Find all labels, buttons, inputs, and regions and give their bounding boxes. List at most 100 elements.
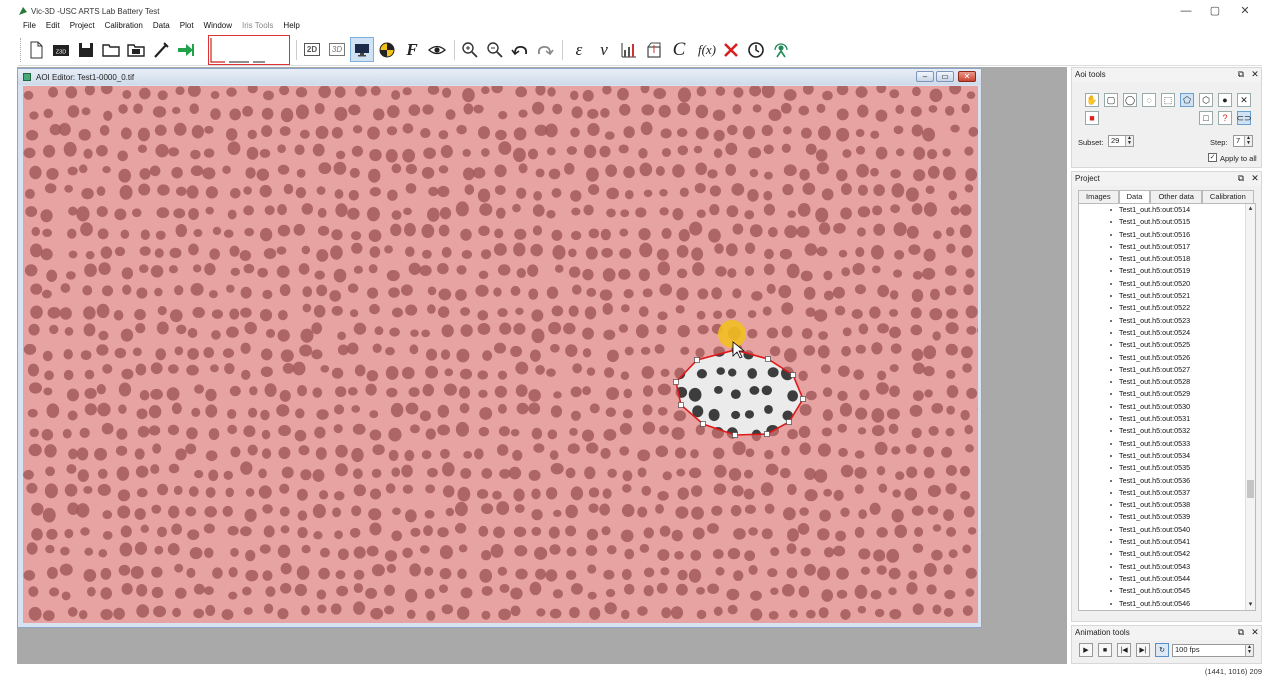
- tab-calibration[interactable]: Calibration: [1201, 190, 1254, 203]
- toolbar-grip[interactable]: [20, 38, 23, 62]
- new-project-button[interactable]: [24, 37, 48, 62]
- scroll-up-icon[interactable]: ▴: [1246, 204, 1255, 214]
- close-button[interactable]: ✕: [1235, 4, 1255, 18]
- calibrate-button[interactable]: [149, 37, 173, 62]
- ellipse-tool-icon[interactable]: ◯: [1123, 93, 1137, 107]
- aoi-image-canvas[interactable]: [23, 86, 978, 623]
- list-item[interactable]: Test1_out.h5:out:0515: [1079, 216, 1255, 228]
- target-button[interactable]: [375, 37, 399, 62]
- view-2d-button[interactable]: 2D: [300, 37, 324, 62]
- menu-calibration[interactable]: Calibration: [100, 20, 148, 34]
- panel-close-icon[interactable]: ✕: [1250, 173, 1260, 184]
- open-z3d-button[interactable]: Z3D: [49, 37, 73, 62]
- list-item[interactable]: Test1_out.h5:out:0530: [1079, 401, 1255, 413]
- list-item[interactable]: Test1_out.h5:out:0535: [1079, 462, 1255, 474]
- menu-plot[interactable]: Plot: [175, 20, 199, 34]
- polygon-vertex-handle[interactable]: [694, 357, 700, 363]
- list-item[interactable]: Test1_out.h5:out:0531: [1079, 413, 1255, 425]
- list-item[interactable]: Test1_out.h5:out:0522: [1079, 302, 1255, 314]
- loop-icon[interactable]: ↻: [1155, 643, 1169, 657]
- help-icon[interactable]: ?: [1218, 111, 1232, 125]
- list-item[interactable]: Test1_out.h5:out:0529: [1079, 388, 1255, 400]
- list-item[interactable]: Test1_out.h5:out:0524: [1079, 327, 1255, 339]
- speckle-image[interactable]: [23, 86, 978, 623]
- tab-images[interactable]: Images: [1078, 190, 1119, 203]
- undock-icon[interactable]: ⧉: [1236, 69, 1246, 80]
- list-item[interactable]: Test1_out.h5:out:0521: [1079, 290, 1255, 302]
- polygon-vertex-handle[interactable]: [764, 431, 770, 437]
- spin-arrows-icon[interactable]: ▲ ▼: [1125, 136, 1133, 146]
- list-item[interactable]: Test1_out.h5:out:0527: [1079, 364, 1255, 376]
- tab-data[interactable]: Data: [1118, 190, 1151, 203]
- spin-arrows-icon[interactable]: ▲ ▼: [1244, 136, 1252, 146]
- menu-project[interactable]: Project: [65, 20, 100, 34]
- image-preview[interactable]: [208, 35, 290, 65]
- select-all-icon[interactable]: □: [1199, 111, 1213, 125]
- menu-data[interactable]: Data: [148, 20, 175, 34]
- minimize-button[interactable]: —: [1176, 4, 1196, 18]
- view-eye-button[interactable]: [425, 37, 449, 62]
- aoi-display-button[interactable]: [350, 37, 374, 62]
- menu-file[interactable]: File: [18, 20, 41, 34]
- magic-select-icon[interactable]: ⬡: [1199, 93, 1213, 107]
- spin-arrows-icon[interactable]: ▲ ▼: [1245, 645, 1253, 656]
- fps-spinbox[interactable]: 100 fps ▲ ▼: [1172, 644, 1254, 657]
- aoi-editor-titlebar[interactable]: AOI Editor: Test1-0000_0.tif – ▭ ✕: [18, 69, 981, 85]
- undock-icon[interactable]: ⧉: [1236, 173, 1246, 184]
- open-folder-button[interactable]: [99, 37, 123, 62]
- list-item[interactable]: Test1_out.h5:out:0537: [1079, 487, 1255, 499]
- save-button[interactable]: [74, 37, 98, 62]
- polygon-vertex-handle[interactable]: [673, 379, 679, 385]
- strain-epsilon-button[interactable]: ε: [567, 37, 591, 62]
- list-item[interactable]: Test1_out.h5:out:0514: [1079, 204, 1255, 216]
- step-spinbox[interactable]: 7 ▲ ▼: [1233, 135, 1253, 147]
- color-swatch-icon[interactable]: ■: [1085, 111, 1099, 125]
- open-images-button[interactable]: [124, 37, 148, 62]
- list-item[interactable]: Test1_out.h5:out:0528: [1079, 376, 1255, 388]
- polygon-vertex-handle[interactable]: [765, 356, 771, 362]
- polygon-tool-icon[interactable]: ⬠: [1180, 93, 1194, 107]
- list-item[interactable]: Test1_out.h5:out:0517: [1079, 241, 1255, 253]
- panel-close-icon[interactable]: ✕: [1250, 627, 1260, 638]
- zoom-in-button[interactable]: [458, 37, 482, 62]
- step-back-icon[interactable]: |◀: [1117, 643, 1131, 657]
- c-button[interactable]: C: [667, 37, 691, 62]
- polygon-vertex-handle[interactable]: [678, 402, 684, 408]
- undock-icon[interactable]: ⧉: [1236, 627, 1246, 638]
- list-item[interactable]: Test1_out.h5:out:0546: [1079, 598, 1255, 610]
- list-item[interactable]: Test1_out.h5:out:0544: [1079, 573, 1255, 585]
- circle-tool-icon[interactable]: ◌: [1142, 93, 1156, 107]
- list-item[interactable]: Test1_out.h5:out:0542: [1079, 548, 1255, 560]
- list-item[interactable]: Test1_out.h5:out:0532: [1079, 425, 1255, 437]
- list-item[interactable]: Test1_out.h5:out:0520: [1079, 278, 1255, 290]
- polygon-vertex-handle[interactable]: [700, 421, 706, 427]
- view-3d-button[interactable]: 3D: [325, 37, 349, 62]
- function-f-button[interactable]: F: [400, 37, 424, 62]
- panel-close-icon[interactable]: ✕: [1250, 69, 1260, 80]
- list-item[interactable]: Test1_out.h5:out:0533: [1079, 438, 1255, 450]
- aoi-close-button[interactable]: ✕: [958, 71, 976, 82]
- extract-button[interactable]: [642, 37, 666, 62]
- list-item[interactable]: Test1_out.h5:out:0519: [1079, 265, 1255, 277]
- step-forward-icon[interactable]: ▶|: [1136, 643, 1150, 657]
- iris-button[interactable]: [769, 37, 793, 62]
- polygon-vertex-handle[interactable]: [800, 396, 806, 402]
- list-item[interactable]: Test1_out.h5:out:0526: [1079, 352, 1255, 364]
- delete-aoi-icon[interactable]: ✕: [1237, 93, 1251, 107]
- export-button[interactable]: [174, 37, 198, 62]
- list-item[interactable]: Test1_out.h5:out:0534: [1079, 450, 1255, 462]
- link-icon[interactable]: ⊂⊃: [1236, 111, 1252, 125]
- scroll-thumb[interactable]: [1247, 480, 1254, 498]
- polygon-vertex-handle[interactable]: [790, 372, 796, 378]
- list-item[interactable]: Test1_out.h5:out:0540: [1079, 524, 1255, 536]
- menu-iris-tools[interactable]: Iris Tools: [237, 20, 278, 34]
- maximize-button[interactable]: ▢: [1205, 4, 1225, 18]
- undo-button[interactable]: [508, 37, 532, 62]
- play-icon[interactable]: ▶: [1079, 643, 1093, 657]
- apply-all-checkbox[interactable]: ✓: [1208, 153, 1217, 162]
- polygon-vertex-handle[interactable]: [732, 432, 738, 438]
- cut-rectangle-tool-icon[interactable]: ⬚: [1161, 93, 1175, 107]
- scroll-down-icon[interactable]: ▾: [1246, 600, 1255, 610]
- redo-button[interactable]: [533, 37, 557, 62]
- zoom-out-button[interactable]: [483, 37, 507, 62]
